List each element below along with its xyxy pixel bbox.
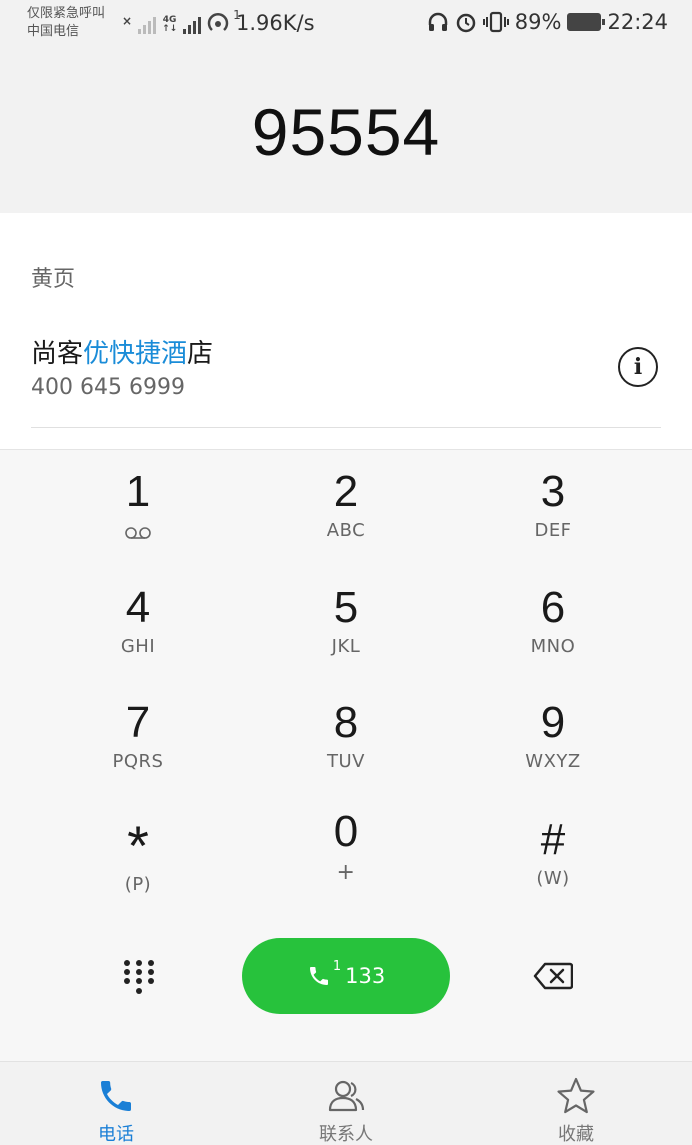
headset-icon	[428, 12, 448, 31]
phone-icon	[101, 1081, 131, 1111]
contact-name-match: 优快捷酒	[83, 339, 188, 369]
key-9[interactable]: 9 WXYZ	[453, 681, 653, 791]
key-star[interactable]: * (P)	[38, 796, 238, 906]
signal-bars-icon-sim2	[183, 14, 202, 34]
contact-name-suffix: 店	[187, 339, 214, 369]
status-bar: 仅限紧急呼叫 中国电信 × 4G ↑↓ 1 1.96K/s 89% 22:24	[0, 0, 692, 48]
dialed-number[interactable]: 95554	[0, 94, 692, 170]
bottom-navigation: 电话 联系人 收藏	[0, 1061, 692, 1145]
tab-favorites[interactable]: 收藏	[516, 1076, 636, 1145]
signal-bars-icon-sim1	[138, 14, 157, 34]
suggestion-panel: 黄页 尚客优快捷酒店 400 645 6999 i	[0, 213, 692, 449]
carrier-info: 仅限紧急呼叫 中国电信	[27, 5, 105, 41]
dialpad-toggle-icon[interactable]	[122, 958, 156, 998]
call-button-label: 133	[345, 964, 386, 988]
battery-icon	[567, 13, 606, 31]
battery-percent: 89%	[514, 10, 562, 34]
key-4[interactable]: 4 GHI	[38, 566, 238, 676]
network-speed: 1.96K/s	[236, 11, 315, 35]
divider	[31, 427, 661, 428]
network-type-icon: 4G ↑↓	[162, 15, 178, 34]
suggested-contact-phone[interactable]: 400 645 6999	[31, 375, 185, 400]
dial-keypad: 1 2 ABC 3 DEF 4 GHI 5 JKL 6 MNO 7 PQRS 8…	[0, 449, 692, 1061]
voicemail-icon	[125, 527, 151, 539]
key-7[interactable]: 7 PQRS	[38, 681, 238, 791]
suggested-contact-name[interactable]: 尚客优快捷酒店	[31, 333, 213, 370]
key-8[interactable]: 8 TUV	[246, 681, 446, 791]
number-display-area: 95554	[0, 48, 692, 213]
contacts-icon	[328, 1080, 365, 1112]
tab-contacts[interactable]: 联系人	[286, 1076, 406, 1145]
emergency-only-text: 仅限紧急呼叫	[27, 6, 106, 21]
carrier-name: 中国电信	[27, 24, 80, 39]
key-2[interactable]: 2 ABC	[246, 450, 446, 560]
call-button[interactable]: 1 133	[242, 938, 450, 1014]
key-6[interactable]: 6 MNO	[453, 566, 653, 676]
key-hash[interactable]: # (W)	[453, 796, 653, 906]
sim-slot-indicator: 1	[332, 958, 342, 974]
key-5[interactable]: 5 JKL	[246, 566, 446, 676]
alarm-icon	[456, 13, 476, 33]
info-icon[interactable]: i	[618, 347, 658, 387]
key-1[interactable]: 1	[38, 450, 238, 560]
yellow-pages-label: 黄页	[31, 267, 76, 292]
tab-phone[interactable]: 电话	[56, 1076, 176, 1145]
backspace-icon[interactable]	[533, 962, 573, 990]
contact-name-prefix: 尚客	[31, 339, 84, 369]
hotspot-icon	[207, 13, 229, 31]
star-icon	[557, 1077, 595, 1114]
key-0[interactable]: 0 +	[246, 796, 446, 906]
key-3[interactable]: 3 DEF	[453, 450, 653, 560]
signal-indicators: × 4G ↑↓ 1	[122, 8, 247, 34]
phone-call-icon	[309, 967, 328, 985]
clock: 22:24	[607, 10, 668, 34]
no-signal-icon: ×	[122, 14, 133, 28]
status-right: 89% 22:24	[427, 10, 668, 34]
dialer-action-row: 1 133	[0, 938, 692, 1018]
vibrate-icon	[482, 11, 509, 33]
